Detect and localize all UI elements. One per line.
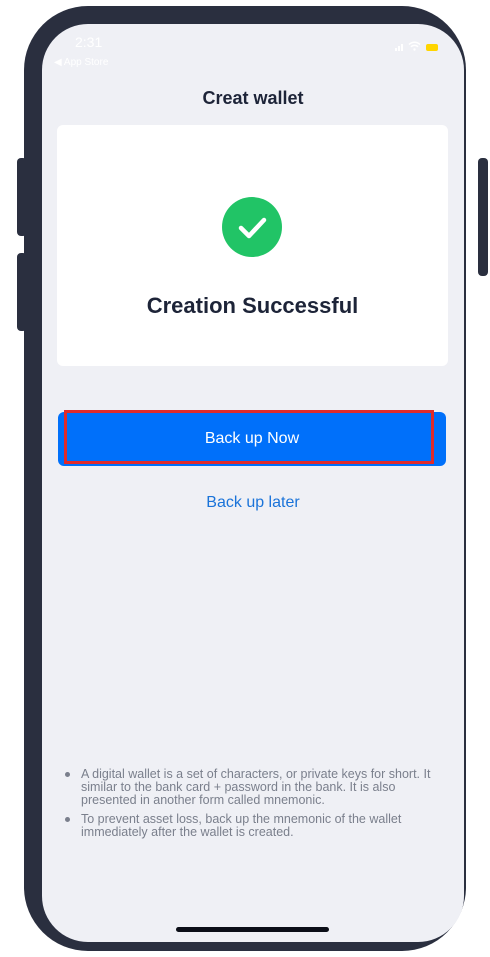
backup-now-label: Back up Now (204, 430, 300, 447)
backup-later-link[interactable]: Back up later (42, 494, 464, 512)
battery-icon (426, 43, 438, 51)
page-title: Creat wallet (202, 88, 304, 108)
backup-now-button[interactable]: Back up Now (58, 410, 446, 466)
notes-list: A digital wallet is a set of characters,… (61, 768, 446, 845)
list-item: To prevent asset loss, back up the mnemo… (61, 813, 446, 839)
screen: 2:31 ◀ App Store Creat wallet Creation S… (42, 24, 464, 942)
signal-icon (395, 43, 403, 51)
home-indicator[interactable] (176, 927, 329, 932)
status-time: 2:31 (75, 34, 103, 50)
wifi-icon (408, 41, 421, 53)
check-circle-icon (222, 197, 282, 257)
success-card: Creation Successful (57, 125, 448, 366)
success-message: Creation Successful (146, 293, 359, 318)
list-item: A digital wallet is a set of characters,… (61, 768, 446, 807)
back-to-app-store[interactable]: ◀ App Store (54, 57, 108, 68)
power-button (478, 158, 488, 276)
status-icons (395, 41, 438, 53)
